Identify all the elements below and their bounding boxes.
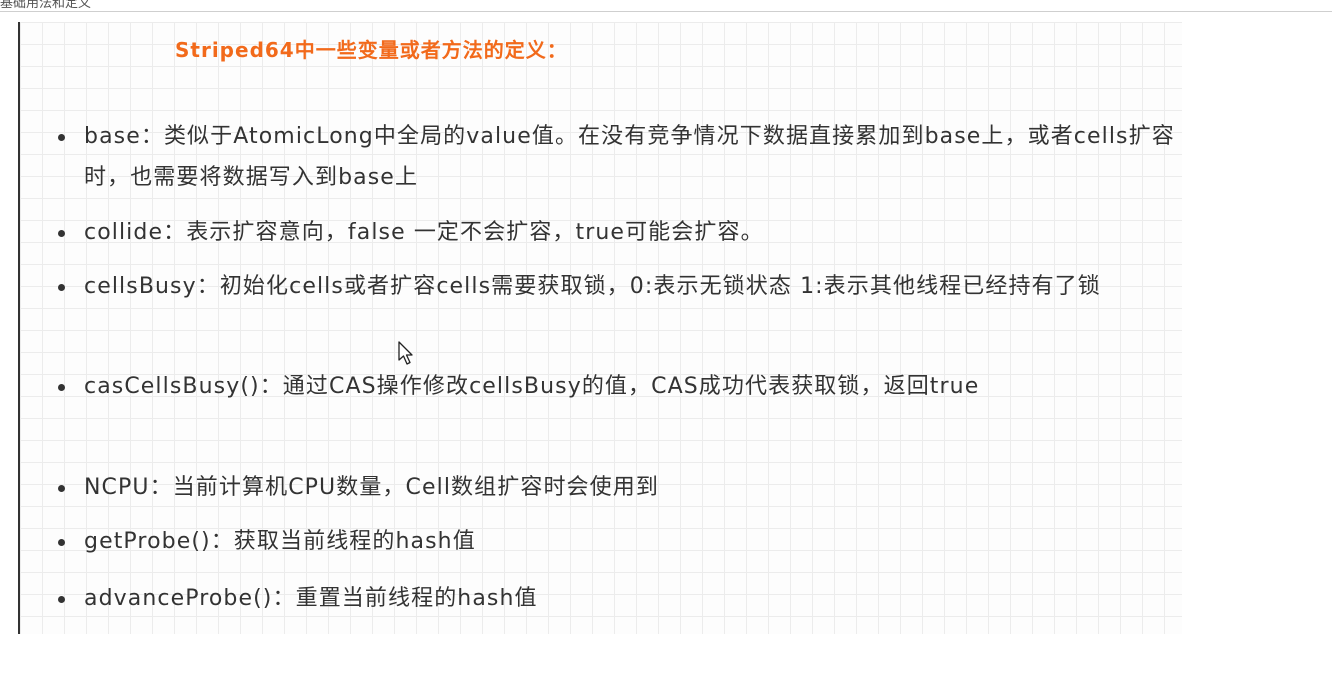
list-item: NCPU：当前计算机CPU数量，Cell数组扩容时会使用到	[58, 467, 1179, 508]
section-heading: Striped64中一些变量或者方法的定义：	[175, 38, 568, 62]
list-item: getProbe()：获取当前线程的hash值	[58, 521, 1179, 562]
top-toolbar: 基础用法和定义	[0, 0, 1332, 12]
bullet-icon	[58, 284, 65, 291]
toolbar-title-fragment: 基础用法和定义	[0, 0, 92, 11]
list-item-text: base：类似于AtomicLong中全局的value值。在没有竞争情况下数据直…	[84, 124, 1175, 190]
bullet-icon	[58, 485, 65, 492]
bullet-icon	[58, 230, 65, 237]
bullet-icon	[58, 384, 65, 391]
list-item: casCellsBusy()：通过CAS操作修改cellsBusy的值，CAS成…	[58, 366, 1179, 407]
list-item: base：类似于AtomicLong中全局的value值。在没有竞争情况下数据直…	[58, 116, 1179, 198]
list-item: cellsBusy：初始化cells或者扩容cells需要获取锁，0:表示无锁状…	[58, 266, 1179, 307]
document-content: Striped64中一些变量或者方法的定义： base：类似于AtomicLon…	[18, 22, 1182, 634]
list-item-text: casCellsBusy()：通过CAS操作修改cellsBusy的值，CAS成…	[84, 374, 980, 399]
bullet-icon	[58, 596, 65, 603]
list-item-text: cellsBusy：初始化cells或者扩容cells需要获取锁，0:表示无锁状…	[84, 274, 1101, 299]
mouse-cursor-icon	[398, 341, 413, 365]
list-item-text: collide：表示扩容意向，false 一定不会扩容，true可能会扩容。	[84, 220, 764, 245]
list-item: advanceProbe()：重置当前线程的hash值	[58, 578, 1179, 619]
bullet-icon	[58, 539, 65, 546]
list-item-text: advanceProbe()：重置当前线程的hash值	[84, 586, 538, 611]
list-item-text: getProbe()：获取当前线程的hash值	[84, 529, 476, 554]
bullet-icon	[58, 134, 65, 141]
list-item: collide：表示扩容意向，false 一定不会扩容，true可能会扩容。	[58, 212, 1179, 253]
list-item-text: NCPU：当前计算机CPU数量，Cell数组扩容时会使用到	[84, 475, 659, 500]
